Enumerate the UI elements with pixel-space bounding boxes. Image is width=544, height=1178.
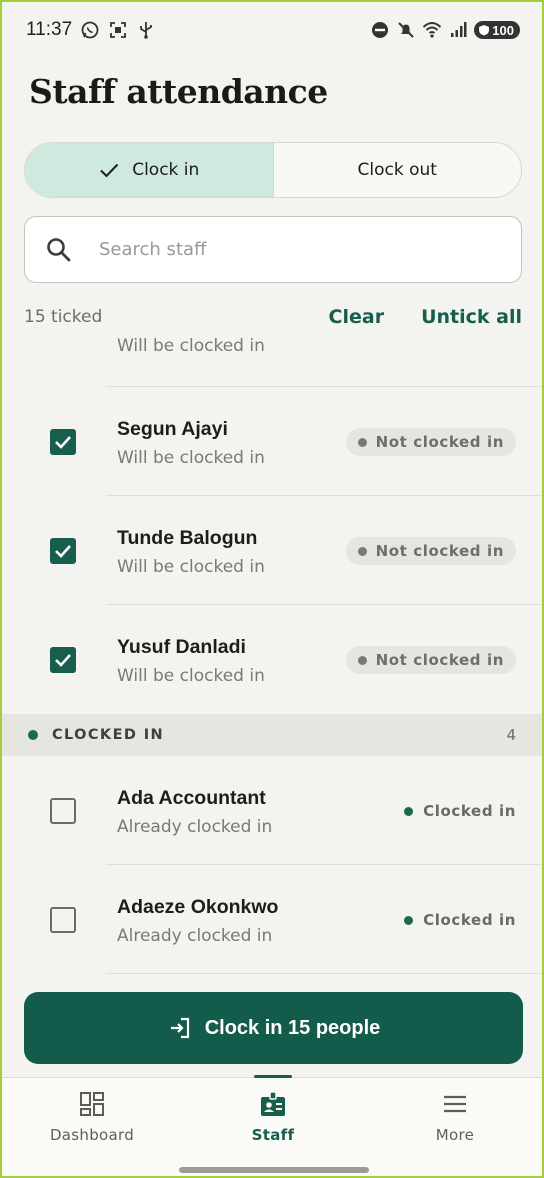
checkbox[interactable] <box>50 647 76 673</box>
bottom-nav: Dashboard Staff More <box>2 1075 542 1176</box>
staff-sub: Will be clocked in <box>117 557 265 577</box>
status-dot <box>357 546 367 556</box>
clock-in-button-label: Clock in 15 people <box>204 1016 381 1039</box>
status-right: 100 <box>370 20 520 40</box>
tab-clock-out-label: Clock out <box>357 160 437 180</box>
tab-clock-out[interactable]: Clock out <box>274 143 522 197</box>
status-badge: Clocked in <box>404 909 516 931</box>
checkbox[interactable] <box>50 907 76 933</box>
status-dot <box>404 806 414 816</box>
ticked-count: 15 ticked <box>24 307 103 327</box>
signal-icon <box>451 22 467 37</box>
badge-icon <box>261 1091 285 1116</box>
nav-active-indicator <box>254 1075 292 1078</box>
checkbox[interactable] <box>50 538 76 564</box>
status-badge: Not clocked in <box>345 646 516 674</box>
status-dot <box>357 655 367 665</box>
mute-icon <box>398 22 415 38</box>
staff-sub: Already clocked in <box>117 817 273 837</box>
dashboard-icon <box>80 1092 104 1116</box>
search-icon <box>47 237 71 261</box>
status-dot <box>357 437 367 447</box>
nav-item-more[interactable]: More <box>395 1090 515 1144</box>
staff-sub: Will be clocked in <box>117 666 265 686</box>
staff-sub: Already clocked in <box>117 926 273 946</box>
staff-name: Tunde Balogun <box>117 527 258 549</box>
screenshot-icon <box>110 22 127 38</box>
status-label: Clocked in <box>423 802 516 820</box>
check-icon <box>55 436 71 449</box>
clock-in-button[interactable]: Clock in 15 people <box>24 992 523 1064</box>
status-time: 11:37 <box>26 19 73 40</box>
status-dot <box>404 915 414 925</box>
page-title: Staff attendance <box>29 72 328 111</box>
staff-name: Segun Ajayi <box>117 418 228 440</box>
mode-toggle: Clock in Clock out <box>24 142 522 198</box>
status-badge: Clocked in <box>404 800 516 822</box>
status-label: Clocked in <box>423 911 516 929</box>
status-label: Not clocked in <box>375 433 504 451</box>
list-item[interactable]: Adaeze Okonkwo Already clocked in Clocke… <box>2 865 542 974</box>
home-handle[interactable] <box>179 1167 369 1173</box>
list-item[interactable]: Will be clocked in <box>2 332 542 387</box>
whatsapp-icon <box>81 21 99 39</box>
status-badge: Not clocked in <box>345 537 516 565</box>
status-left: 11:37 <box>26 19 156 41</box>
usb-icon <box>140 22 153 39</box>
dnd-icon <box>372 22 389 38</box>
battery-level: 100 <box>492 22 514 38</box>
check-icon <box>55 654 71 667</box>
section-count: 4 <box>506 726 516 744</box>
status-label: Not clocked in <box>375 651 504 669</box>
nav-label: Dashboard <box>49 1126 135 1144</box>
staff-sub: Will be clocked in <box>117 448 265 468</box>
search-input[interactable] <box>99 239 479 260</box>
checkbox[interactable] <box>50 798 76 824</box>
untick-all-button[interactable]: Untick all <box>421 306 522 328</box>
staff-name: Ada Accountant <box>117 787 266 809</box>
search-box <box>24 216 522 283</box>
section-label: CLOCKED IN <box>52 727 165 743</box>
section-header-clocked-in: CLOCKED IN 4 <box>2 714 542 756</box>
menu-icon <box>444 1095 466 1113</box>
selection-bar: 15 ticked Clear Untick all <box>24 302 522 332</box>
check-icon <box>100 163 119 178</box>
list-item[interactable]: Ada Accountant Already clocked in Clocke… <box>2 756 542 865</box>
status-badge: Not clocked in <box>345 428 516 456</box>
nav-item-dashboard[interactable]: Dashboard <box>32 1090 152 1144</box>
staff-name: Adaeze Okonkwo <box>117 896 279 918</box>
tab-clock-in-label: Clock in <box>132 160 200 180</box>
battery-indicator: 100 <box>474 21 520 39</box>
nav-item-staff[interactable]: Staff <box>213 1090 333 1144</box>
nav-label: Staff <box>251 1126 295 1144</box>
wifi-icon <box>423 22 442 38</box>
shield-icon <box>479 25 490 36</box>
section-dot <box>28 730 38 740</box>
check-icon <box>55 545 71 558</box>
status-bar: 11:37 100 <box>2 2 542 58</box>
list-item[interactable]: Tunde Balogun Will be clocked in Not clo… <box>2 496 542 605</box>
list-item[interactable]: Yusuf Danladi Will be clocked in Not clo… <box>2 605 542 714</box>
list-item-sub: Will be clocked in <box>117 336 265 356</box>
login-icon <box>170 1017 189 1039</box>
nav-label: More <box>435 1126 475 1144</box>
clear-button[interactable]: Clear <box>329 306 385 328</box>
staff-name: Yusuf Danladi <box>117 636 246 658</box>
tab-clock-in[interactable]: Clock in <box>25 143 274 197</box>
list-item[interactable]: Segun Ajayi Will be clocked in Not clock… <box>2 387 542 496</box>
staff-list[interactable]: Will be clocked in Segun Ajayi Will be c… <box>2 332 542 982</box>
divider <box>106 973 542 974</box>
status-label: Not clocked in <box>375 542 504 560</box>
checkbox[interactable] <box>50 429 76 455</box>
